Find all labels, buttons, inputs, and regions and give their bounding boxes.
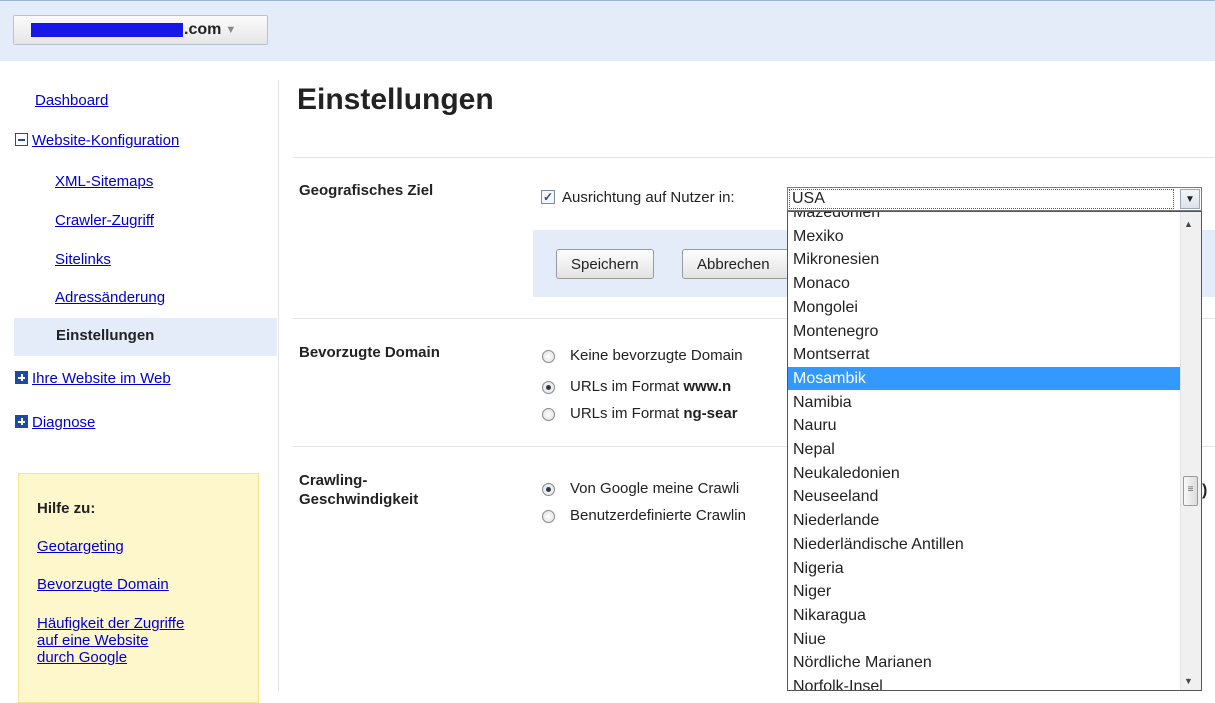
help-link-geotargeting[interactable]: Geotargeting (37, 538, 124, 555)
site-domain-suffix: .com (184, 21, 222, 38)
help-box: Hilfe zu: Geotargeting Bevorzugte Domain… (18, 473, 259, 703)
dropdown-option[interactable]: Nördliche Marianen (788, 651, 1182, 674)
dropdown-option[interactable]: Neuseeland (788, 485, 1182, 508)
dropdown-option[interactable]: Mongolei (788, 296, 1182, 319)
help-link-preferred-domain[interactable]: Bevorzugte Domain (37, 576, 169, 593)
sidebar-item-web-presence[interactable]: Ihre Website im Web (15, 370, 171, 387)
country-dropdown-list[interactable]: Mazedonien Mexiko Mikronesien Monaco Mongole… (787, 211, 1202, 691)
sidebar-item-settings-active: Einstellungen (14, 318, 277, 356)
dropdown-option[interactable]: Nikaragua (788, 604, 1182, 627)
dropdown-option[interactable]: Nigeria (788, 557, 1182, 580)
dropdown-option[interactable]: Mazedonien (788, 212, 1182, 224)
www-domain-radio[interactable] (542, 381, 555, 394)
expand-plus-icon[interactable] (15, 371, 28, 384)
dropdown-option[interactable]: Neukaledonien (788, 462, 1182, 485)
preferred-domain-label: Bevorzugte Domain (299, 344, 440, 361)
custom-crawl-rate-label: Benutzerdefinierte Crawlin (570, 507, 746, 524)
dropdown-option[interactable]: Nauru (788, 414, 1182, 437)
dropdown-scrollbar[interactable]: ▲ ≡ ▼ (1180, 212, 1201, 690)
google-crawl-rate-radio[interactable] (542, 483, 555, 496)
crawl-rate-label: Crawling- Geschwindigkeit (299, 472, 419, 508)
www-domain-label: URLs im Format www.n (570, 378, 732, 395)
sidebar-item-dashboard[interactable]: Dashboard (35, 92, 108, 109)
sidebar-item-xml-sitemaps[interactable]: XML-Sitemaps (55, 173, 153, 190)
dropdown-option[interactable]: Montserrat (788, 343, 1182, 366)
sidebar-item-diagnose-label[interactable]: Diagnose (32, 414, 95, 431)
scroll-up-arrow-icon[interactable]: ▲ (1184, 219, 1193, 229)
divider (293, 157, 1215, 158)
custom-crawl-rate-radio[interactable] (542, 510, 555, 523)
dropdown-option[interactable]: Montenegro (788, 320, 1182, 343)
sidebar-item-crawler-access[interactable]: Crawler-Zugriff (55, 212, 154, 229)
country-select[interactable]: USA ▼ (787, 187, 1202, 211)
dropdown-option[interactable]: Monaco (788, 272, 1182, 295)
no-preferred-domain-label: Keine bevorzugte Domain (570, 347, 743, 364)
help-link-crawl-rate-line1[interactable]: Häufigkeit der Zugriffe (37, 615, 184, 632)
save-button[interactable]: Speichern (556, 249, 654, 279)
dropdown-option[interactable]: Niue (788, 628, 1182, 651)
sidebar-item-website-config[interactable]: Website-Konfiguration (15, 132, 179, 149)
sidebar-item-website-config-label[interactable]: Website-Konfiguration (32, 132, 179, 149)
geo-target-checkbox-label: Ausrichtung auf Nutzer in: (562, 189, 735, 206)
geo-target-checkbox[interactable]: ✓ (541, 190, 555, 204)
sidebar-divider (278, 80, 279, 691)
dropdown-option[interactable]: Mexiko (788, 225, 1182, 248)
dropdown-option[interactable]: Nepal (788, 438, 1182, 461)
dropdown-option[interactable]: Mikronesien (788, 248, 1182, 271)
help-title: Hilfe zu: (37, 500, 96, 517)
geo-target-label: Geografisches Ziel (299, 182, 434, 199)
google-crawl-rate-label: Von Google meine Crawli (570, 480, 740, 497)
collapse-minus-icon[interactable] (15, 133, 28, 146)
sidebar-item-settings-label: Einstellungen (56, 327, 155, 344)
sidebar-item-sitelinks[interactable]: Sitelinks (55, 251, 111, 268)
dropdown-option[interactable]: Mosambik (788, 366, 1182, 390)
chevron-down-icon[interactable]: ▼ (1180, 189, 1200, 209)
non-www-domain-label: URLs im Format ng-sear (570, 405, 738, 422)
sidebar-item-web-presence-label[interactable]: Ihre Website im Web (32, 370, 171, 387)
truncated-paren: ) (1202, 482, 1208, 499)
help-link-crawl-rate-line3[interactable]: durch Google (37, 649, 127, 666)
chevron-down-icon: ▼ (225, 24, 237, 36)
cancel-button[interactable]: Abbrechen (682, 249, 792, 279)
top-bar: .com ▼ (0, 0, 1215, 61)
no-preferred-domain-radio[interactable] (542, 350, 555, 363)
scrollbar-thumb[interactable]: ≡ (1183, 476, 1198, 506)
dropdown-option[interactable]: Norfolk-Insel (788, 675, 1182, 690)
non-www-domain-radio[interactable] (542, 408, 555, 421)
expand-plus-icon[interactable] (15, 415, 28, 428)
scroll-down-arrow-icon[interactable]: ▼ (1184, 676, 1193, 686)
site-selector-dropdown[interactable]: .com ▼ (13, 15, 268, 45)
select-focus-ring (789, 189, 1174, 209)
dropdown-option[interactable]: Niger (788, 580, 1182, 603)
dropdown-option[interactable]: Niederländische Antillen (788, 533, 1182, 556)
country-select-value: USA (792, 190, 825, 207)
redacted-domain-name (31, 23, 183, 37)
dropdown-option[interactable]: Namibia (788, 391, 1182, 414)
sidebar-item-address-change[interactable]: Adressänderung (55, 289, 165, 306)
help-link-crawl-rate-line2[interactable]: auf eine Website (37, 632, 148, 649)
sidebar-item-diagnose[interactable]: Diagnose (15, 414, 95, 431)
page-title: Einstellungen (297, 83, 494, 116)
dropdown-option[interactable]: Niederlande (788, 509, 1182, 532)
